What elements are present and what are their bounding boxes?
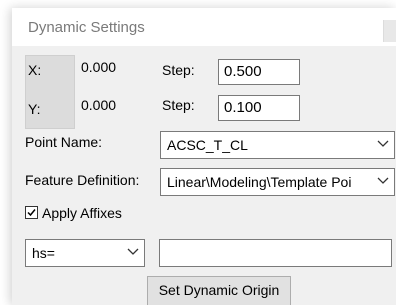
step-x-input[interactable]: 0.500 — [218, 59, 300, 85]
dynamic-settings-dialog: Dynamic Settings X: 0.000 Y: 0.000 Step:… — [12, 8, 396, 305]
chevron-down-icon — [377, 140, 389, 147]
chevron-down-icon — [127, 248, 139, 255]
apply-affixes-label[interactable]: Apply Affixes — [42, 205, 122, 221]
point-name-dropdown[interactable]: ACSC_T_CL — [160, 131, 395, 159]
step-y-input[interactable]: 0.100 — [218, 95, 300, 121]
affix-type-dropdown[interactable]: hs= — [25, 239, 145, 267]
checkmark-icon — [27, 209, 36, 217]
feature-definition-value: Linear\Modeling\Template Poi — [167, 174, 352, 190]
title-bar[interactable]: Dynamic Settings — [12, 8, 396, 46]
dialog-title: Dynamic Settings — [28, 19, 145, 36]
affix-type-value: hs= — [32, 245, 55, 261]
feature-definition-label: Feature Definition: — [25, 172, 140, 188]
close-button[interactable] — [383, 20, 396, 42]
point-name-label: Point Name: — [25, 134, 103, 150]
step-y-label: Step: — [162, 97, 195, 113]
step-x-label: Step: — [162, 62, 195, 78]
x-value: 0.000 — [81, 59, 117, 75]
feature-definition-dropdown[interactable]: Linear\Modeling\Template Poi — [160, 168, 395, 196]
x-label: X: — [28, 62, 42, 78]
y-value: 0.000 — [81, 97, 117, 113]
point-name-value: ACSC_T_CL — [167, 137, 248, 153]
chevron-down-icon — [377, 177, 389, 184]
apply-affixes-checkbox[interactable] — [25, 206, 38, 219]
affix-text-input[interactable] — [159, 239, 392, 267]
set-dynamic-origin-button[interactable]: Set Dynamic Origin — [147, 276, 291, 305]
y-label: Y: — [28, 101, 41, 117]
